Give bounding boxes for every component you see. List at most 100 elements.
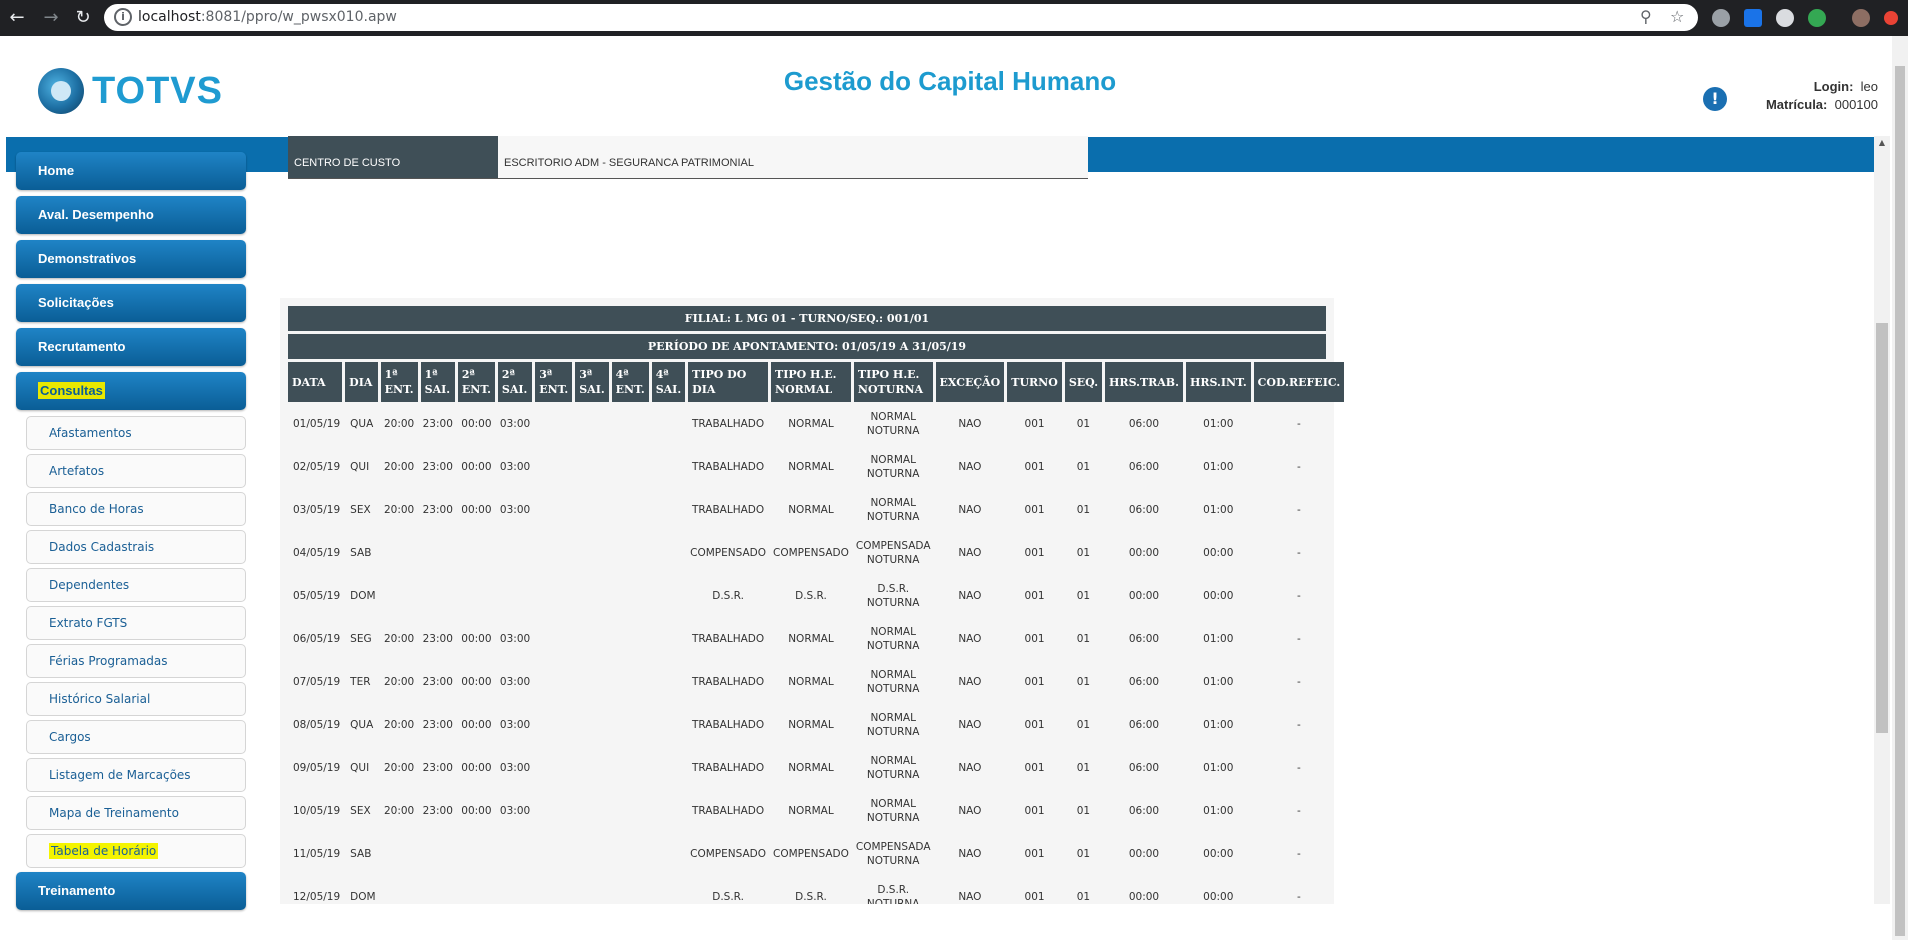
table-cell	[612, 703, 649, 746]
submenu-item[interactable]: Histórico Salarial	[26, 682, 246, 716]
table-cell: 001	[1024, 460, 1045, 473]
table-cell: NAO	[958, 718, 982, 731]
extension-icon[interactable]	[1744, 9, 1762, 27]
profile-avatar-icon[interactable]	[1852, 9, 1870, 27]
submenu-item[interactable]: Listagem de Marcações	[26, 758, 246, 792]
column-header: 1ª SAI.	[420, 362, 455, 402]
submenu-item[interactable]: Tabela de Horário	[26, 834, 246, 868]
table-cell	[652, 445, 685, 488]
table-cell: NORMAL	[788, 675, 834, 688]
table-cell	[498, 832, 532, 875]
table-cell: -	[1297, 546, 1301, 559]
submenu-item[interactable]: Férias Programadas	[26, 644, 246, 678]
table-cell: 001	[1024, 718, 1045, 731]
table-cell: 001	[1024, 546, 1045, 559]
table-cell: QUI	[350, 761, 370, 774]
table-cell: 01	[1076, 417, 1091, 430]
table-cell: D.S.R. NOTURNA	[866, 883, 920, 905]
submenu-item[interactable]: Artefatos	[26, 454, 246, 488]
back-icon[interactable]: ←	[6, 7, 28, 29]
column-header: DIA	[345, 362, 378, 402]
table-cell: 001	[1024, 417, 1045, 430]
extension-icon[interactable]	[1712, 9, 1730, 27]
table-cell: 001	[1024, 675, 1045, 688]
column-header: 3ª ENT.	[535, 362, 573, 402]
bookmark-star-icon[interactable]: ☆	[1670, 7, 1684, 26]
submenu-item[interactable]: Extrato FGTS	[26, 606, 246, 640]
table-cell: 01	[1076, 761, 1091, 774]
app-title: Gestão do Capital Humano	[783, 66, 1117, 96]
table-cell: 20:00	[383, 761, 415, 774]
submenu-item[interactable]: Afastamentos	[26, 416, 246, 450]
logo-mark-icon	[38, 68, 84, 114]
submenu-item[interactable]: Mapa de Treinamento	[26, 796, 246, 830]
scroll-up-icon[interactable]: ▲	[1874, 136, 1890, 150]
table-cell: 00:00	[1203, 847, 1234, 860]
sidebar-item-consultas[interactable]: Consultas	[16, 372, 246, 410]
reload-icon[interactable]: ↻	[72, 7, 94, 29]
table-cell: 23:00	[422, 804, 453, 817]
page-scrollbar[interactable]	[1892, 36, 1908, 940]
schedule-panel: FILIAL: L MG 01 - TURNO/SEQ.: 001/01 PER…	[280, 298, 1345, 904]
scroll-thumb[interactable]	[1876, 323, 1888, 733]
sidebar-item-solicitacoes[interactable]: Solicitações	[16, 284, 246, 322]
matricula-value: 000100	[1834, 97, 1878, 112]
sidebar-item-aval-desempenho[interactable]: Aval. Desempenho	[16, 196, 246, 234]
submenu-item[interactable]: Dados Cadastrais	[26, 530, 246, 564]
table-cell	[575, 660, 608, 703]
login-label: Login:	[1813, 79, 1854, 94]
sidebar-item-demonstrativos[interactable]: Demonstrativos	[16, 240, 246, 278]
table-cell: 00:00	[1203, 546, 1234, 559]
sidebar-item-treinamento[interactable]: Treinamento	[16, 872, 246, 910]
address-bar[interactable]: i localhost:8081/ppro/w_pwsx010.apw ⚲ ☆	[104, 4, 1698, 31]
submenu-item[interactable]: Cargos	[26, 720, 246, 754]
table-cell: SEX	[350, 804, 371, 817]
table-cell	[652, 488, 685, 531]
table-cell: 01/05/19	[293, 417, 341, 430]
extension-icon[interactable]	[1776, 9, 1794, 27]
main-content: CENTRO DE CUSTO ESCRITORIO ADM - SEGURAN…	[280, 136, 1890, 904]
table-cell: 03:00	[499, 417, 531, 430]
submenu-item-label: Histórico Salarial	[49, 692, 151, 706]
table-cell: 20:00	[383, 632, 415, 645]
table-cell	[575, 531, 608, 574]
table-cell: NAO	[958, 417, 982, 430]
forward-icon[interactable]: →	[40, 7, 62, 29]
update-icon[interactable]	[1884, 11, 1898, 25]
table-cell: -	[1297, 632, 1301, 645]
table-row: 07/05/19 TER 20:00 23:00 00:00 03:00 TRABALHAD…	[288, 660, 1344, 703]
submenu-item[interactable]: Dependentes	[26, 568, 246, 602]
page-scroll-thumb[interactable]	[1895, 66, 1905, 936]
table-row: 12/05/19 DOM D.S.R. D.S.R. D.S.R. NOTURNA NAO…	[288, 875, 1344, 905]
table-cell	[535, 488, 572, 531]
submenu-item[interactable]: Banco de Horas	[26, 492, 246, 526]
column-header: TIPO H.E. NOTURNA	[853, 362, 933, 402]
column-header: 1ª ENT.	[380, 362, 418, 402]
table-cell	[535, 875, 572, 904]
table-cell: 04/05/19	[293, 546, 341, 559]
content-scrollbar[interactable]: ▲	[1874, 136, 1890, 904]
table-cell: 001	[1024, 761, 1045, 774]
key-icon[interactable]: ⚲	[1640, 7, 1652, 26]
table-cell: TER	[350, 675, 371, 688]
table-cell: 01:00	[1203, 503, 1234, 516]
url-text[interactable]: localhost:8081/ppro/w_pwsx010.apw	[138, 9, 397, 25]
alert-icon[interactable]: !	[1703, 87, 1727, 111]
table-cell: DOM	[350, 589, 376, 602]
site-info-icon[interactable]: i	[114, 8, 132, 26]
sidebar-item-home[interactable]: Home	[16, 152, 246, 190]
table-cell	[381, 875, 418, 904]
table-cell	[421, 832, 455, 875]
table-cell: 23:00	[422, 417, 453, 430]
totvs-logo[interactable]: TOTVS	[38, 66, 222, 120]
table-cell: 00:00	[461, 417, 492, 430]
table-cell: -	[1297, 761, 1301, 774]
table-cell	[535, 445, 572, 488]
sidebar-item-recrutamento[interactable]: Recrutamento	[16, 328, 246, 366]
table-cell: NORMAL	[788, 503, 834, 516]
table-cell: 001	[1024, 804, 1045, 817]
extension-icon[interactable]	[1808, 9, 1826, 27]
table-cell: 00:00	[1203, 890, 1234, 903]
table-cell	[612, 402, 649, 445]
table-cell	[535, 531, 572, 574]
